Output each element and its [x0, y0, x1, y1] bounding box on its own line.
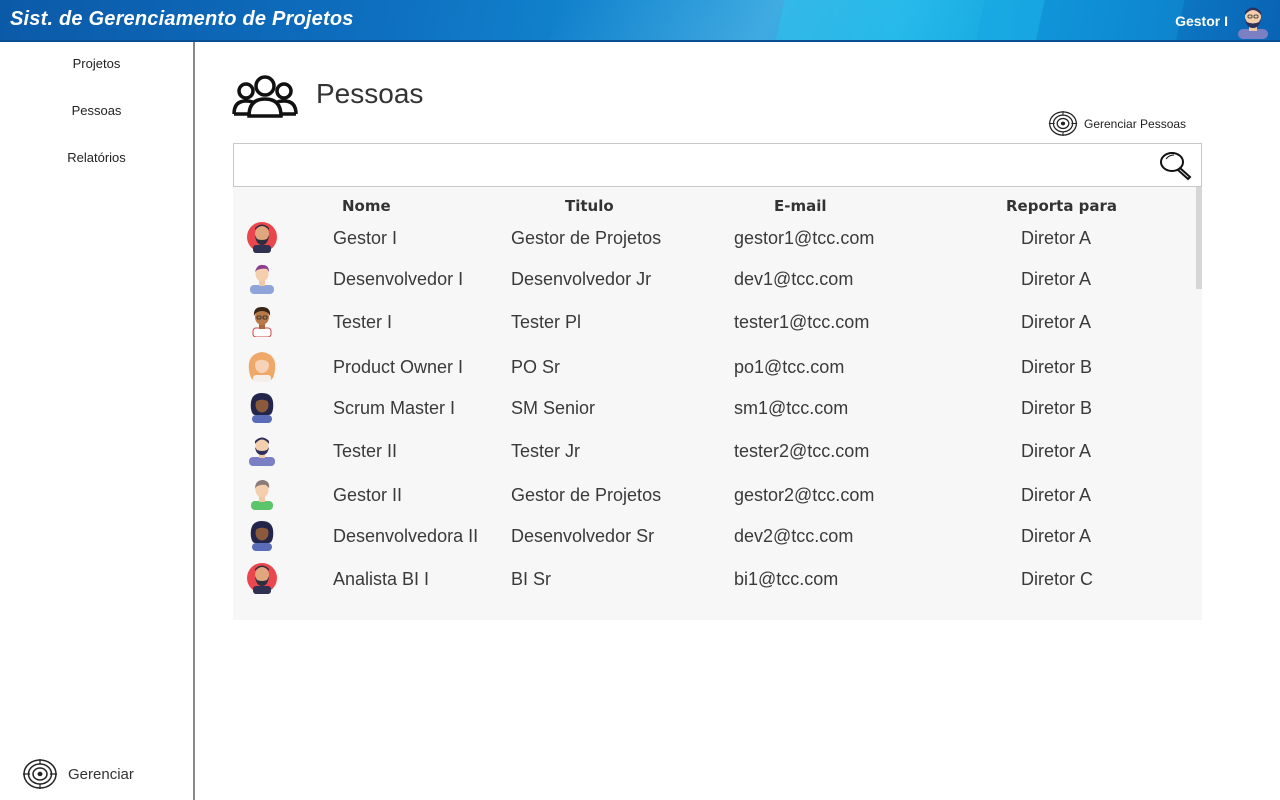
manage-people-button[interactable]: Gerenciar Pessoas — [1048, 110, 1186, 137]
cell-nome: Tester II — [333, 441, 398, 461]
cell-titulo: Tester Jr — [511, 441, 581, 461]
cell-email: gestor1@tcc.com — [734, 228, 875, 248]
cell-nome: Tester I — [333, 312, 393, 332]
cell-reporta: Diretor A — [1021, 269, 1092, 289]
sidebar-item-projetos[interactable]: Projetos — [0, 56, 193, 71]
cell-nome: Desenvolvedora II — [333, 526, 479, 546]
cell-nome: Desenvolvedor I — [333, 269, 464, 289]
avatar-icon — [247, 222, 277, 253]
avatar-icon — [247, 563, 277, 594]
cell-email: tester2@tcc.com — [734, 441, 870, 461]
cell-nome: Analista BI I — [333, 569, 430, 589]
cell-reporta: Diretor C — [1021, 569, 1094, 589]
cell-reporta: Diretor A — [1021, 228, 1092, 248]
cell-titulo: Desenvolvedor Jr — [511, 269, 652, 289]
cell-reporta: Diretor A — [1021, 312, 1092, 332]
table-row[interactable]: Desenvolvedora II Desenvolvedor Sr dev2@… — [233, 519, 1193, 559]
table-row[interactable]: Tester II Tester Jr tester2@tcc.com Dire… — [233, 434, 1193, 474]
avatar-icon — [248, 352, 276, 382]
table-row[interactable]: Scrum Master I SM Senior sm1@tcc.com Dir… — [233, 391, 1193, 431]
cell-email: dev2@tcc.com — [734, 526, 854, 546]
cell-titulo: Desenvolvedor Sr — [511, 526, 655, 546]
search-bar — [233, 143, 1202, 187]
column-header-titulo[interactable]: Titulo — [565, 197, 614, 215]
target-icon — [23, 759, 57, 789]
table-row[interactable]: Tester I Tester Pl tester1@tcc.com Diret… — [233, 305, 1193, 345]
cell-titulo: Tester Pl — [511, 312, 582, 332]
target-icon — [1048, 111, 1078, 136]
cell-reporta: Diretor A — [1021, 526, 1092, 546]
cell-nome: Gestor I — [333, 228, 398, 248]
table-row[interactable]: Analista BI I BI Sr bi1@tcc.com Diretor … — [233, 562, 1193, 602]
header-decoration — [975, 0, 1185, 40]
cell-email: bi1@tcc.com — [734, 569, 839, 589]
cell-reporta: Diretor B — [1021, 357, 1093, 377]
avatar-icon — [251, 480, 273, 510]
sidebar-item-pessoas[interactable]: Pessoas — [0, 103, 193, 118]
sidebar-gerenciar-label: Gerenciar — [68, 765, 134, 783]
cell-titulo: Gestor de Projetos — [511, 485, 662, 505]
sidebar: Projetos Pessoas Relatórios Gerenciar — [0, 42, 195, 800]
avatar-icon — [252, 307, 272, 337]
cell-titulo: SM Senior — [511, 398, 596, 418]
table-row[interactable]: Gestor I Gestor de Projetos gestor1@tcc.… — [233, 221, 1193, 261]
user-name[interactable]: Gestor I — [1175, 13, 1228, 29]
page-title: Pessoas — [316, 78, 424, 109]
people-table: Nome Titulo E-mail Reporta para Gestor I… — [233, 187, 1202, 620]
column-header-nome[interactable]: Nome — [342, 197, 391, 215]
cell-email: dev1@tcc.com — [734, 269, 854, 289]
cell-reporta: Diretor A — [1021, 485, 1092, 505]
cell-titulo: Gestor de Projetos — [511, 228, 662, 248]
avatar-icon — [250, 521, 274, 551]
table-row[interactable]: Desenvolvedor I Desenvolvedor Jr dev1@tc… — [233, 262, 1193, 302]
people-group-icon — [232, 75, 298, 118]
cell-email: sm1@tcc.com — [734, 398, 849, 418]
table-scrollbar[interactable] — [1196, 187, 1202, 289]
sidebar-item-gerenciar[interactable]: Gerenciar — [22, 758, 134, 790]
avatar-icon — [249, 437, 275, 466]
cell-email: tester1@tcc.com — [734, 312, 870, 332]
top-bar: Sist. de Gerenciamento de Projetos Gesto… — [0, 0, 1280, 42]
cell-titulo: BI Sr — [511, 569, 552, 589]
column-header-email[interactable]: E-mail — [774, 197, 827, 215]
column-header-reporta-para[interactable]: Reporta para — [1006, 197, 1117, 215]
cell-nome: Gestor II — [333, 485, 403, 505]
cell-nome: Scrum Master I — [333, 398, 456, 418]
cell-email: gestor2@tcc.com — [734, 485, 875, 505]
cell-titulo: PO Sr — [511, 357, 561, 377]
avatar-icon — [250, 264, 274, 294]
avatar-icon — [250, 393, 274, 423]
sidebar-item-relatorios[interactable]: Relatórios — [0, 150, 193, 165]
cell-email: po1@tcc.com — [734, 357, 845, 377]
search-icon[interactable] — [1159, 151, 1193, 181]
user-avatar-icon[interactable] — [1236, 3, 1270, 39]
app-title: Sist. de Gerenciamento de Projetos — [10, 8, 354, 30]
cell-reporta: Diretor B — [1021, 398, 1093, 418]
search-input[interactable] — [234, 144, 1154, 186]
cell-nome: Product Owner I — [333, 357, 464, 377]
table-row[interactable]: Product Owner I PO Sr po1@tcc.com Direto… — [233, 350, 1193, 390]
manage-people-label: Gerenciar Pessoas — [1084, 116, 1187, 131]
table-row[interactable]: Gestor II Gestor de Projetos gestor2@tcc… — [233, 478, 1193, 518]
cell-reporta: Diretor A — [1021, 441, 1092, 461]
